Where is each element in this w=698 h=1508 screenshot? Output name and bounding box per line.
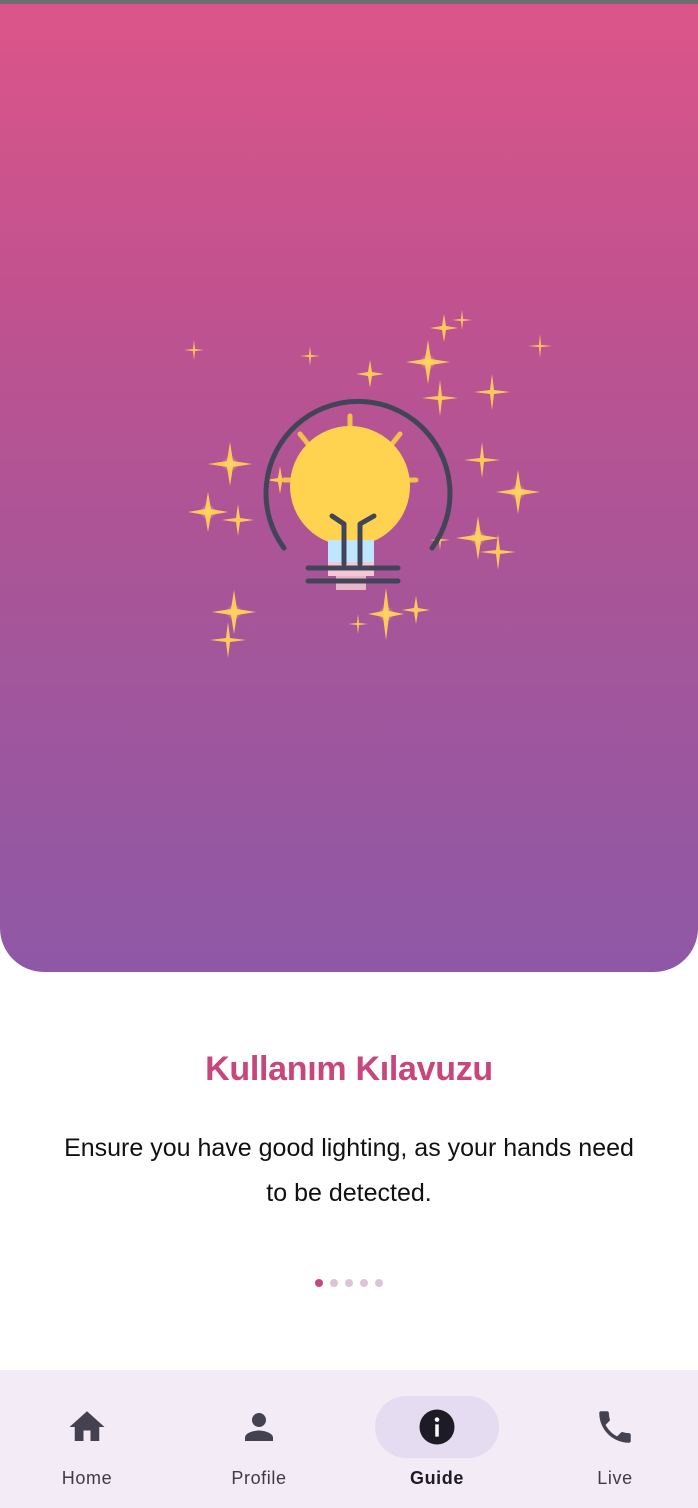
bottom-navigation: Home Profile Guide Live bbox=[0, 1370, 698, 1508]
page-dot[interactable] bbox=[315, 1279, 323, 1287]
bulb-glass bbox=[290, 426, 410, 546]
page-dot[interactable] bbox=[330, 1279, 338, 1287]
page-indicator bbox=[0, 1279, 698, 1289]
guide-description: Ensure you have good lighting, as your h… bbox=[64, 1134, 634, 1207]
home-icon bbox=[69, 1411, 105, 1441]
lightbulb-illustration bbox=[184, 310, 552, 658]
nav-item-live[interactable]: Live bbox=[528, 1370, 698, 1508]
info-icon bbox=[419, 1409, 455, 1445]
phone-icon bbox=[599, 1411, 631, 1443]
page-title: Kullanım Kılavuzu bbox=[205, 1050, 493, 1088]
nav-label: Live bbox=[597, 1468, 633, 1488]
nav-item-home[interactable]: Home bbox=[0, 1370, 174, 1508]
page-dot[interactable] bbox=[375, 1279, 383, 1287]
nav-label: Profile bbox=[231, 1468, 287, 1488]
nav-label: Guide bbox=[409, 1468, 464, 1488]
nav-item-guide[interactable]: Guide bbox=[350, 1370, 524, 1508]
person-icon bbox=[245, 1413, 273, 1441]
page-dot[interactable] bbox=[345, 1279, 353, 1287]
hero-banner bbox=[0, 4, 698, 972]
nav-item-profile[interactable]: Profile bbox=[172, 1370, 346, 1508]
nav-label: Home bbox=[61, 1468, 113, 1488]
page-dot[interactable] bbox=[360, 1279, 368, 1287]
